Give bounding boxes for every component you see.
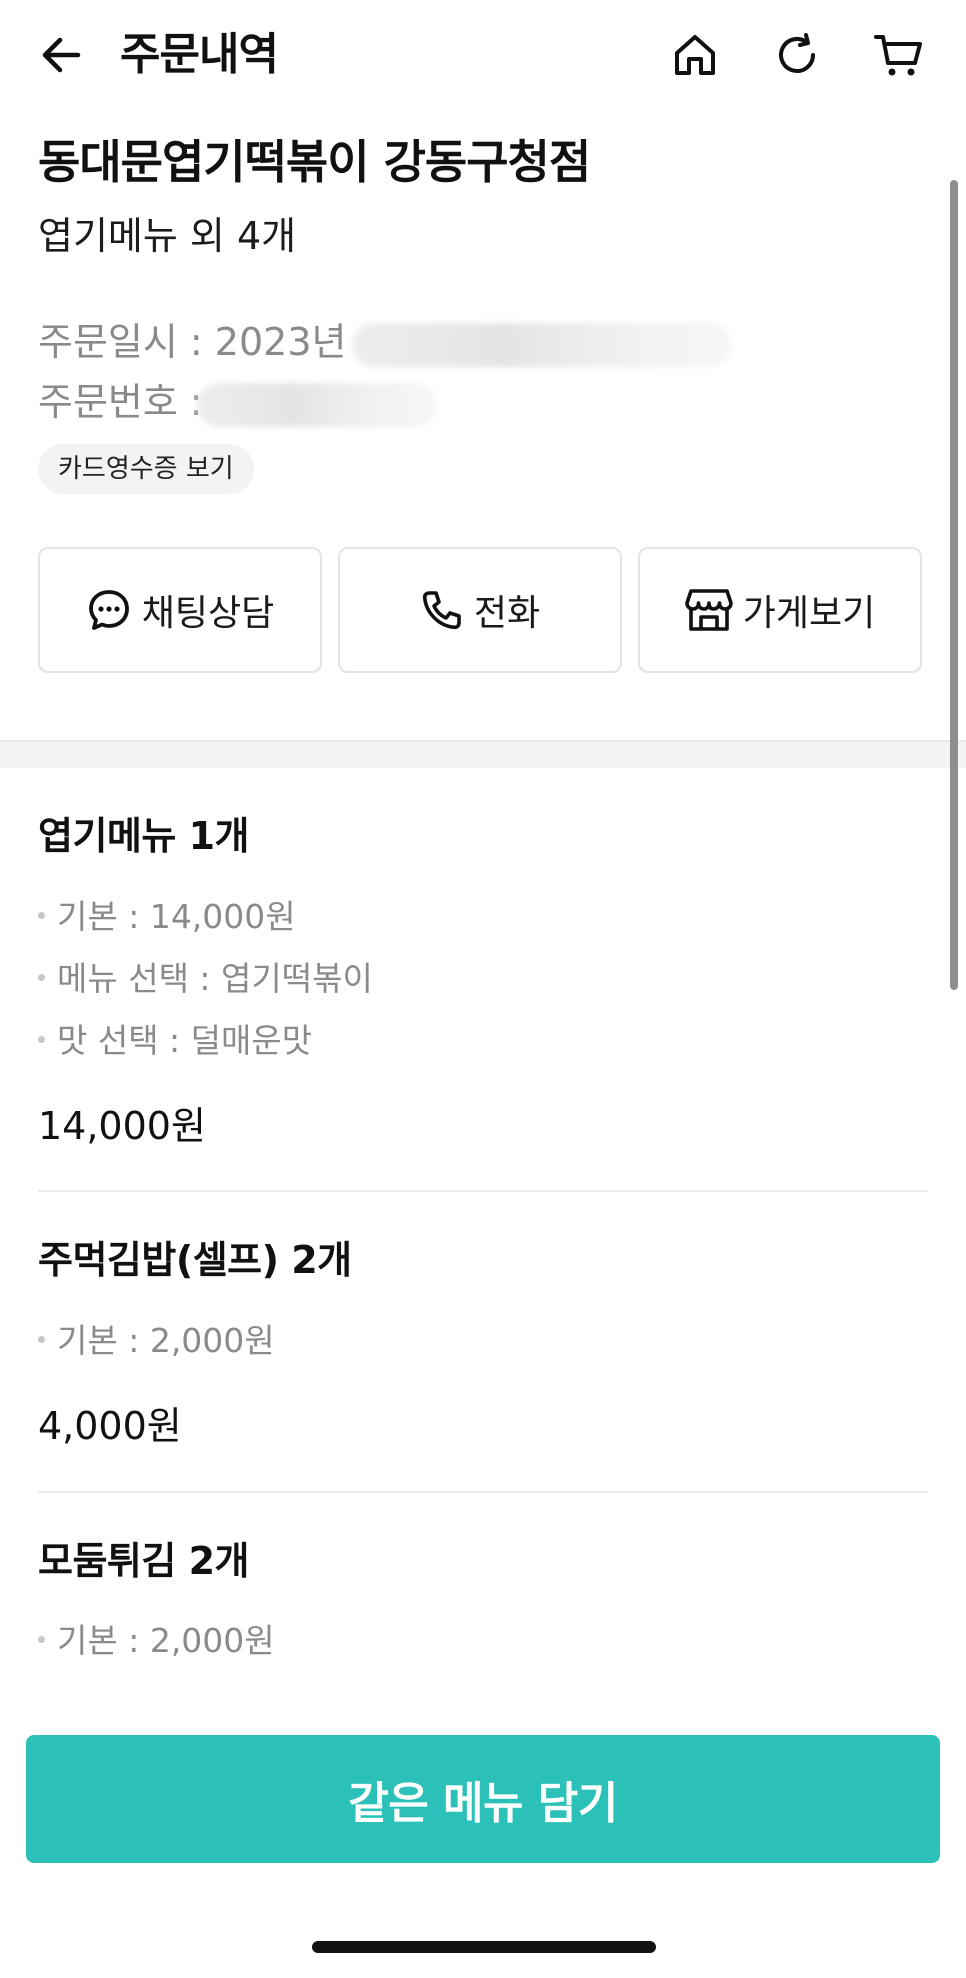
store-icon [684,589,733,631]
item-option: 기본 : 2,000원 [38,1618,275,1664]
back-button[interactable] [34,28,88,82]
view-store-button[interactable]: 가게보기 [638,547,922,673]
item-option: 메뉴 선택 : 엽기떡볶이 [38,956,373,1002]
option-text: 기본 : 2,000원 [57,1321,275,1360]
item-option: 기본 : 2,000원 [38,1318,275,1364]
bullet-dot-icon [38,1336,45,1343]
item-option: 기본 : 14,000원 [38,894,296,940]
phone-icon [422,591,461,630]
refresh-button[interactable] [770,28,824,82]
back-arrow-icon [42,37,81,73]
item-price: 4,000원 [38,1404,182,1448]
item-name: 주먹김밥(셀프) 2개 [38,1238,352,1282]
order-summary: 엽기메뉴 외 4개 [38,214,297,258]
scrollbar[interactable] [950,180,958,990]
item-name: 모둠튀김 2개 [38,1539,249,1583]
chat-bubble-icon [88,590,129,630]
cart-button[interactable] [872,28,926,82]
option-text: 기본 : 14,000원 [57,897,296,936]
item-name: 엽기메뉴 1개 [38,814,249,858]
refresh-icon [779,33,815,73]
redacted-order-number [196,382,437,427]
home-button[interactable] [668,28,722,82]
home-indicator[interactable] [312,1941,656,1953]
call-label: 전화 [473,593,541,634]
option-text: 맛 선택 : 덜매운맛 [57,1021,313,1060]
chat-consult-label: 채팅상담 [141,593,275,634]
redacted-date [352,322,733,367]
call-button[interactable]: 전화 [338,547,622,673]
store-name: 동대문엽기떡볶이 강동구청점 [38,135,591,189]
bullet-dot-icon [38,974,45,981]
option-text: 기본 : 2,000원 [57,1621,275,1660]
bullet-dot-icon [38,912,45,919]
top-app-bar: 주문내역 [0,0,966,110]
item-option: 맛 선택 : 덜매운맛 [38,1018,312,1064]
section-divider [0,740,966,768]
bullet-dot-icon [38,1036,45,1043]
item-price: 14,000원 [38,1104,206,1148]
item-divider [38,1190,928,1192]
card-receipt-button[interactable]: 카드영수증 보기 [38,444,254,494]
order-number-label: 주문번호 : [38,380,203,424]
chat-consult-button[interactable]: 채팅상담 [38,547,322,673]
order-date-label: 주문일시 : 2023년 [38,320,347,364]
bullet-dot-icon [38,1636,45,1643]
order-date: 주문일시 : 2023년 [38,316,733,368]
item-divider [38,1491,928,1493]
home-icon [675,35,715,75]
add-same-menu-label: 같은 메뉴 담기 [348,1778,618,1829]
add-same-menu-button[interactable]: 같은 메뉴 담기 [26,1735,940,1863]
view-store-label: 가게보기 [742,593,876,634]
cart-icon [874,35,922,76]
page-title: 주문내역 [120,29,279,80]
order-number: 주문번호 : [38,376,437,428]
option-text: 메뉴 선택 : 엽기떡볶이 [57,959,373,998]
